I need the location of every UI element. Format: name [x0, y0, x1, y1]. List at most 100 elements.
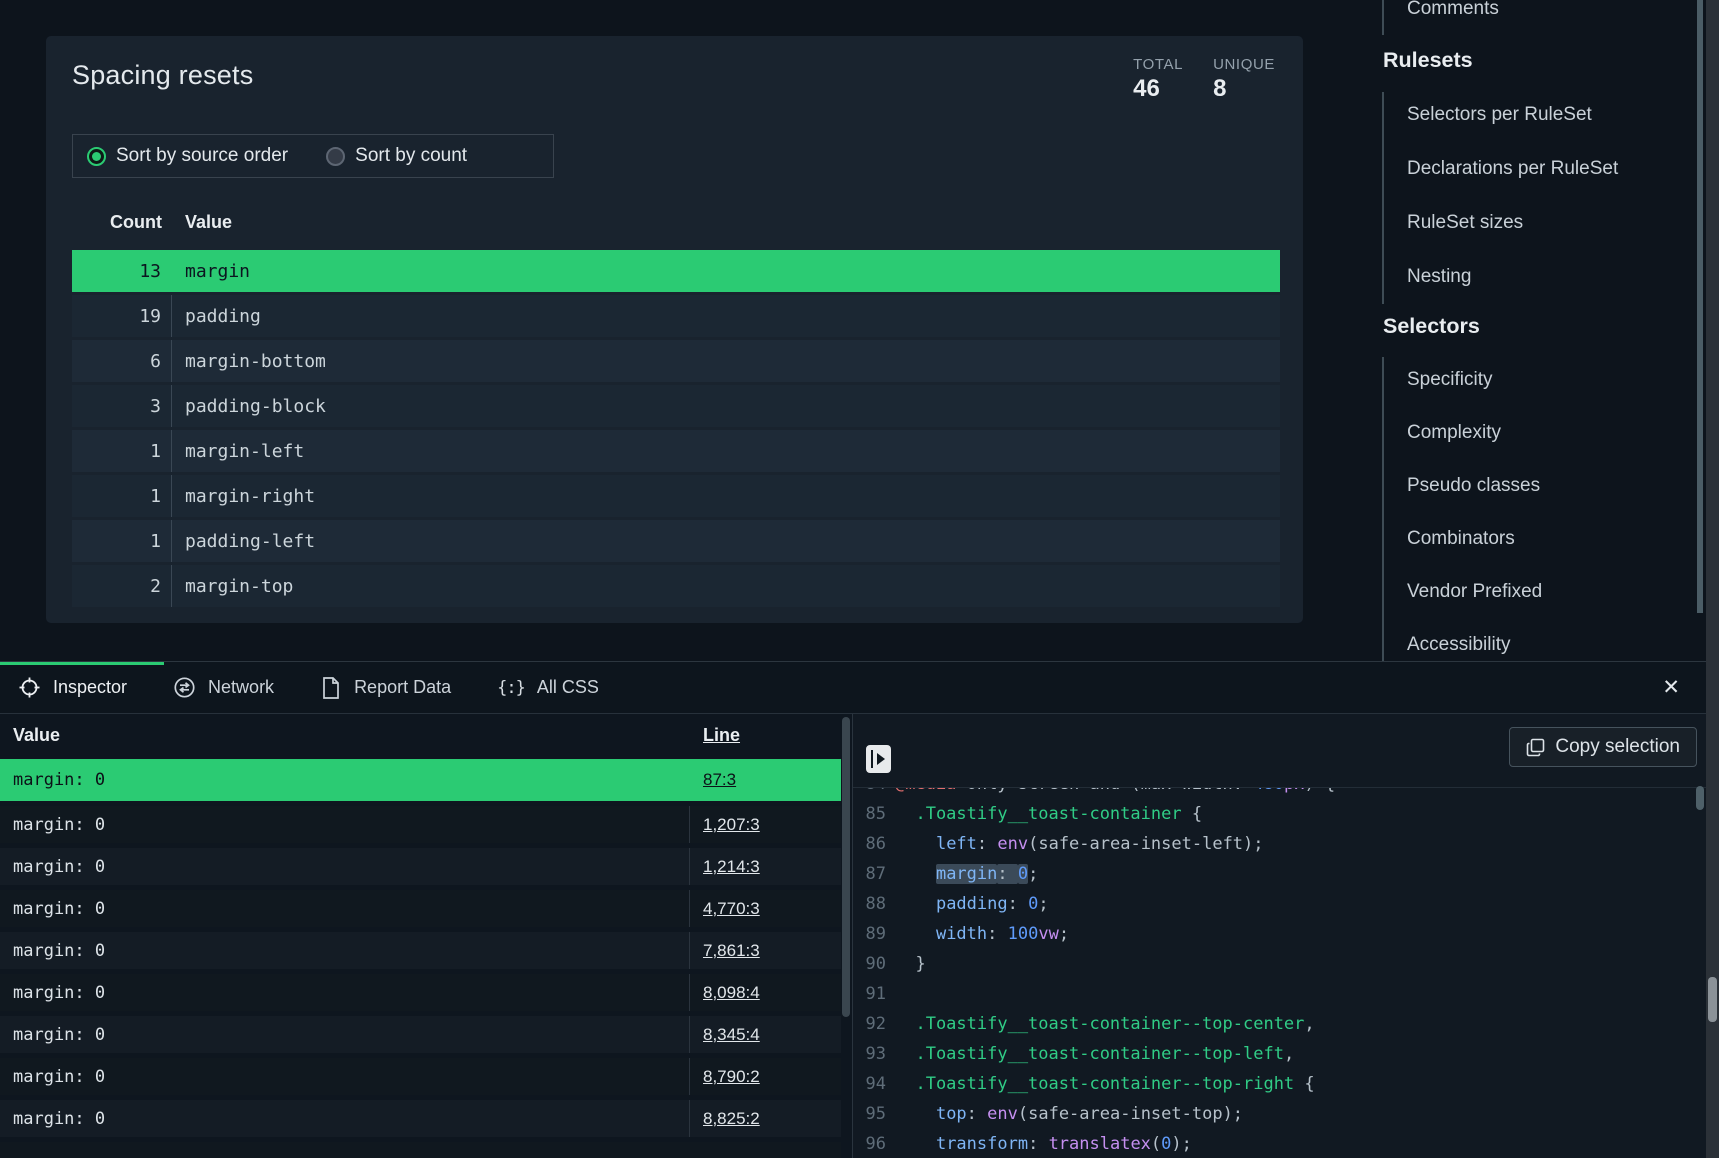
sidebar-group: SpecificityComplexityPseudo classesCombi…: [1340, 353, 1697, 661]
code-text: top: env(safe-area-inset-top);: [895, 1099, 1243, 1129]
tab-inspector[interactable]: Inspector: [18, 676, 127, 699]
code-text: margin: 0;: [895, 859, 1038, 889]
tab-network[interactable]: Network: [173, 676, 274, 699]
radio-sort-source-order-label[interactable]: Sort by source order: [116, 145, 288, 167]
close-icon[interactable]: ✕: [1662, 674, 1680, 702]
inspector-row-value: margin: 0: [0, 770, 105, 790]
bottom-panel-panes: Value Line margin: 087:3margin: 01,207:3…: [0, 714, 1706, 1158]
table-row[interactable]: 19padding: [72, 295, 1280, 337]
code-scrollbar-thumb[interactable]: [1696, 786, 1704, 810]
row-count: 2: [72, 565, 172, 607]
code-token: (safe-area-inset-top);: [1018, 1104, 1243, 1124]
inspector-row-value: margin: 0: [0, 815, 105, 835]
sidebar-item-declarations-per-ruleset[interactable]: Declarations per RuleSet: [1340, 142, 1697, 196]
inspector-line-header[interactable]: Line: [703, 725, 740, 746]
code-token: .Toastify__toast-container--top-right: [895, 1074, 1294, 1094]
line-number: 86: [853, 829, 886, 859]
page-scrollbar-thumb[interactable]: [1708, 977, 1717, 1022]
line-number: 88: [853, 889, 886, 919]
tab-all-css[interactable]: {:} All CSS: [497, 677, 599, 698]
sidebar-item-nesting[interactable]: Nesting: [1340, 250, 1697, 304]
code-token: :: [987, 924, 1007, 944]
inspector-row[interactable]: margin: 0 7,861:3: [0, 932, 841, 969]
inspector-row[interactable]: margin: 08,098:4: [0, 974, 841, 1011]
code-token: left: [936, 834, 977, 854]
bottom-panel-tabbar: Inspector Network Report Data {:}: [0, 662, 1706, 714]
sidebar-scrollbar-thumb[interactable]: [1697, 0, 1703, 613]
inspector-row-line-link[interactable]: 8,345:4: [703, 1025, 760, 1045]
inspector-row-line-link[interactable]: 1,207:3: [703, 815, 760, 835]
inspector-row-line-link[interactable]: 8,825:2: [703, 1109, 760, 1129]
inspector-row[interactable]: margin: 08,345:4: [0, 1016, 841, 1053]
inspector-row-line-link[interactable]: 1,214:3: [703, 857, 760, 877]
code-token: env: [997, 834, 1028, 854]
table-row[interactable]: 2margin-top: [72, 565, 1280, 607]
page-scrollbar[interactable]: [1706, 0, 1719, 1158]
inspector-row-value: margin: 0: [0, 1067, 105, 1087]
table-row[interactable]: 6margin-bottom: [72, 340, 1280, 382]
column-divider: [689, 890, 690, 927]
line-number: 85: [853, 799, 886, 829]
inspector-row-line-link[interactable]: 87:3: [703, 770, 736, 790]
inspector-row[interactable]: margin: 01,214:3: [0, 848, 841, 885]
inspector-row[interactable]: margin: 04,770:3: [0, 890, 841, 927]
stat-unique: UNIQUE 8: [1213, 56, 1275, 103]
inspector-row[interactable]: margin: 0 1,207:3: [0, 806, 841, 843]
sidebar-item-ruleset-sizes[interactable]: RuleSet sizes: [1340, 196, 1697, 250]
code-lines: 84@media only screen and (max-width: 480…: [853, 788, 1693, 1158]
line-number: 94: [853, 1069, 886, 1099]
row-value: padding-block: [172, 385, 326, 427]
stat-total-value: 46: [1133, 75, 1183, 103]
column-divider: [689, 1016, 690, 1053]
radio-sort-count[interactable]: [326, 147, 345, 166]
inspector-row[interactable]: margin: 0 8,790:2: [0, 1058, 841, 1095]
table-row[interactable]: 1margin-right: [72, 475, 1280, 517]
group-indent-line: [1382, 357, 1384, 661]
code-token: px: [1284, 788, 1304, 794]
tab-report-data[interactable]: Report Data: [320, 676, 451, 700]
stat-total-label: TOTAL: [1133, 56, 1183, 73]
line-number: 89: [853, 919, 886, 949]
sidebar-item-vendor-prefixed[interactable]: Vendor Prefixed: [1340, 565, 1697, 618]
group-indent-line: [1382, 92, 1384, 304]
sidebar-item-selectors-per-ruleset[interactable]: Selectors per RuleSet: [1340, 88, 1697, 142]
inspector-scrollbar-thumb[interactable]: [842, 717, 850, 1017]
code-token: ,: [1304, 1014, 1314, 1034]
stat-unique-label: UNIQUE: [1213, 56, 1275, 73]
sidebar-item-accessibility[interactable]: Accessibility: [1340, 618, 1697, 661]
radio-sort-count-label[interactable]: Sort by count: [355, 145, 467, 167]
inspector-row-line-link[interactable]: 8,098:4: [703, 983, 760, 1003]
inspector-row-line-link[interactable]: 8,790:2: [703, 1067, 760, 1087]
code-token: :: [1028, 1134, 1048, 1154]
sidebar-item-complexity[interactable]: Complexity: [1340, 406, 1697, 459]
sidebar-item-combinators[interactable]: Combinators: [1340, 512, 1697, 565]
copy-selection-button[interactable]: Copy selection: [1509, 727, 1697, 767]
radio-sort-source-order[interactable]: [87, 147, 106, 166]
code-token: ;: [1028, 864, 1038, 884]
inspector-row-value: margin: 0: [0, 941, 105, 961]
table-row[interactable]: 1padding-left: [72, 520, 1280, 562]
line-number: 84: [853, 788, 886, 799]
inspector-row[interactable]: margin: 0 8,825:2: [0, 1100, 841, 1137]
bottom-panel: Inspector Network Report Data {:}: [0, 661, 1706, 1158]
column-divider: [689, 848, 690, 885]
table-row[interactable]: 1margin-left: [72, 430, 1280, 472]
inspector-row[interactable]: margin: 0 87:3: [0, 759, 841, 801]
inspector-row[interactable]: [0, 1142, 841, 1158]
table-row[interactable]: 13margin: [72, 250, 1280, 292]
row-count: 1: [72, 430, 172, 472]
code-token: padding: [936, 894, 1008, 914]
code-line: 84@media only screen and (max-width: 480…: [853, 788, 1693, 799]
sidebar-item-pseudo-classes[interactable]: Pseudo classes: [1340, 459, 1697, 512]
braces-icon: {:}: [497, 678, 525, 698]
sidebar-item-comments[interactable]: Comments: [1340, 0, 1697, 35]
inspector-row-line-link[interactable]: 4,770:3: [703, 899, 760, 919]
inspector-row-value: margin: 0: [0, 1109, 105, 1129]
panel-toggle-icon[interactable]: [866, 745, 891, 773]
table-row[interactable]: 3padding-block: [72, 385, 1280, 427]
sidebar-item-specificity[interactable]: Specificity: [1340, 353, 1697, 406]
tab-network-label: Network: [208, 677, 274, 698]
inspector-row-line-link[interactable]: 7,861:3: [703, 941, 760, 961]
code-token: ) {: [1304, 788, 1335, 794]
code-token: ,: [1284, 1044, 1294, 1064]
